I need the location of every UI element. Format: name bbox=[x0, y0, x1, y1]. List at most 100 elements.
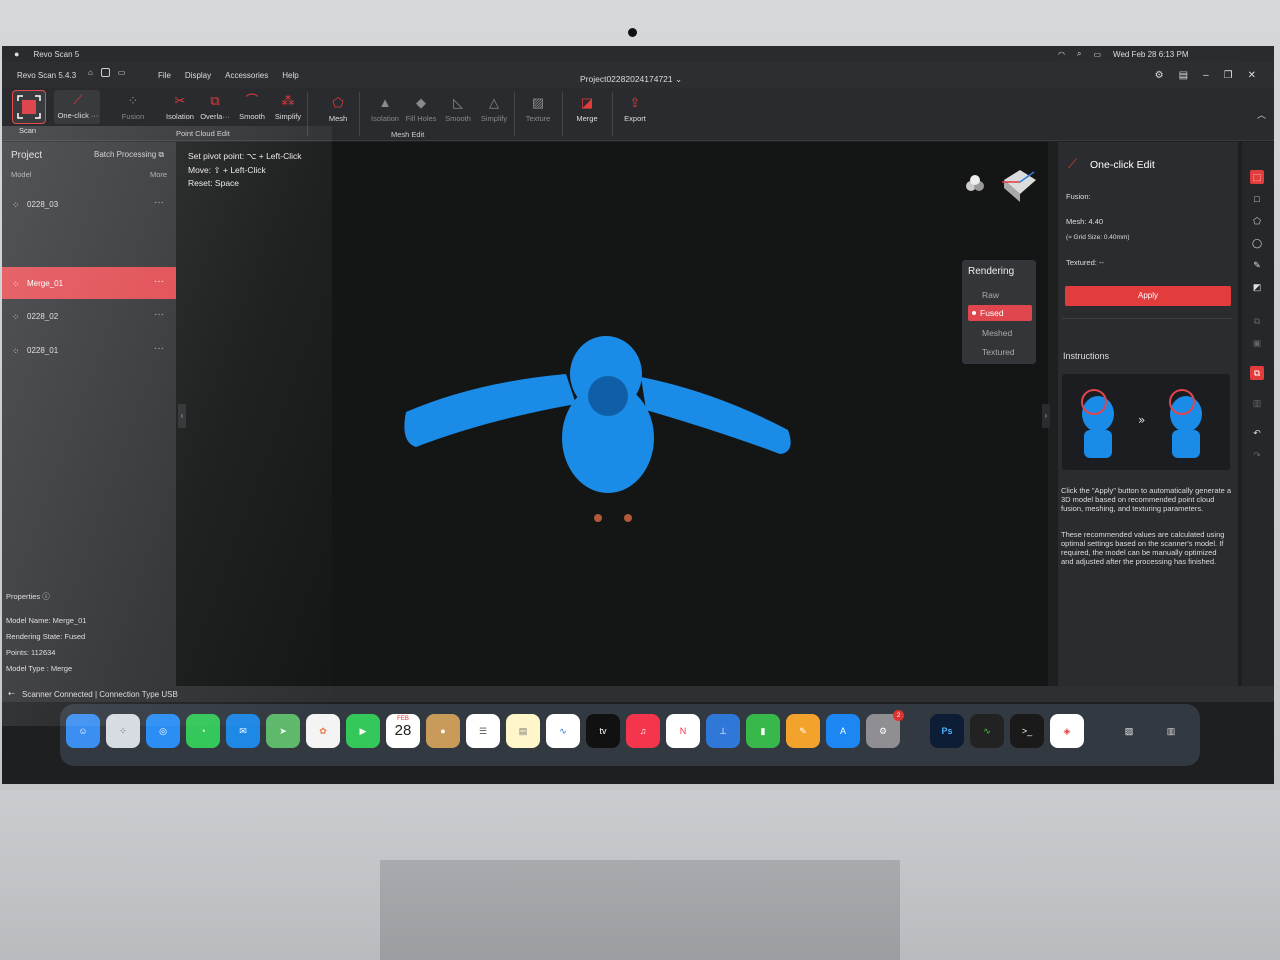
notes-icon[interactable]: ▤ bbox=[1179, 70, 1188, 81]
model-row-0228-03[interactable]: ⁘ 0228_03 ··· bbox=[2, 188, 176, 220]
messages-icon[interactable]: ◔ bbox=[186, 714, 220, 748]
rendering-option-raw[interactable]: Raw bbox=[982, 290, 999, 300]
numbers-icon[interactable]: ▮ bbox=[746, 714, 780, 748]
home-icon[interactable]: ⌂ bbox=[88, 68, 93, 77]
model-row-0228-01[interactable]: ⁘ 0228_01 ··· bbox=[2, 334, 176, 366]
polygon-select-icon[interactable]: ⬠ bbox=[1250, 214, 1264, 228]
merge-icon: ◪ bbox=[580, 95, 594, 110]
revo-scan-icon[interactable]: ◈ bbox=[1050, 714, 1084, 748]
lasso-select-icon[interactable]: ◯ bbox=[1250, 236, 1264, 250]
menu-display[interactable]: Display bbox=[185, 71, 211, 80]
apple-icon[interactable]: ● bbox=[14, 49, 19, 59]
redo-icon[interactable]: ↷ bbox=[1250, 448, 1264, 462]
mail-icon[interactable]: ✉ bbox=[226, 714, 260, 748]
pc-isolation-tool[interactable]: ✂ Isolation bbox=[163, 94, 197, 122]
row-menu-icon[interactable]: ··· bbox=[154, 276, 164, 287]
minimize-icon[interactable]: – bbox=[1203, 70, 1209, 81]
menu-file[interactable]: File bbox=[158, 71, 171, 80]
menu-help[interactable]: Help bbox=[282, 71, 298, 80]
music-icon[interactable]: ♫ bbox=[626, 714, 660, 748]
restore-icon[interactable]: ❐ bbox=[1224, 70, 1233, 81]
search-icon[interactable]: ⌕ bbox=[1077, 49, 1081, 59]
contacts-icon[interactable]: ● bbox=[426, 714, 460, 748]
menu-accessories[interactable]: Accessories bbox=[225, 71, 268, 80]
trash-icon[interactable]: ▥ bbox=[1154, 714, 1188, 748]
collapse-toolbar-icon[interactable]: ︿ bbox=[1257, 108, 1266, 121]
pages-icon[interactable]: ✎ bbox=[786, 714, 820, 748]
pc-simplify-tool[interactable]: ⁂ Simplify bbox=[272, 94, 304, 122]
pc-overlap-tool[interactable]: ⧉ Overla··· bbox=[199, 94, 231, 122]
copy-icon[interactable]: ⧉ bbox=[1250, 366, 1264, 380]
select-tool-icon[interactable]: ⬚ bbox=[1250, 170, 1264, 184]
keynote-icon[interactable]: ⊥ bbox=[706, 714, 740, 748]
menubar-app-name[interactable]: Revo Scan 5 bbox=[33, 50, 79, 59]
rendering-option-meshed[interactable]: Meshed bbox=[982, 328, 1012, 338]
fill-holes-tool[interactable]: ◆ Fill Holes bbox=[403, 96, 439, 124]
reminders-icon[interactable]: ☰ bbox=[466, 714, 500, 748]
activity-monitor-icon[interactable]: ∿ bbox=[970, 714, 1004, 748]
row-menu-icon[interactable]: ··· bbox=[154, 343, 164, 354]
settings-gear-icon[interactable]: ⚙ bbox=[1155, 70, 1164, 81]
row-menu-icon[interactable]: ··· bbox=[154, 197, 164, 208]
fusion-tool[interactable]: ⁘ Fusion bbox=[118, 94, 148, 122]
new-project-icon[interactable] bbox=[100, 68, 110, 77]
delete-icon[interactable]: ▥ bbox=[1250, 396, 1264, 410]
merge-tool[interactable]: ◪ Merge bbox=[572, 95, 602, 124]
documents-folder-icon[interactable]: ▨ bbox=[1112, 714, 1146, 748]
rendering-option-fused[interactable]: Fused bbox=[968, 305, 1032, 321]
model-row-merge-01[interactable]: ⁘ Merge_01 ··· bbox=[2, 267, 176, 299]
notes-app-icon[interactable]: ▤ bbox=[506, 714, 540, 748]
news-icon[interactable]: N bbox=[666, 714, 700, 748]
calendar-icon[interactable]: FEB 28 bbox=[386, 714, 420, 748]
system-settings-icon[interactable]: ⚙ 2 bbox=[866, 710, 904, 748]
mesh-simplify-tool[interactable]: △ Simplify bbox=[477, 96, 511, 124]
3d-viewport[interactable] bbox=[176, 142, 1048, 686]
photoshop-icon[interactable]: Ps bbox=[930, 714, 964, 748]
info-icon[interactable]: ⓘ bbox=[42, 592, 50, 601]
clear-selection-icon[interactable]: ▣ bbox=[1250, 336, 1264, 350]
pc-smooth-tool[interactable]: ⌒ Smooth bbox=[236, 94, 268, 122]
view-mode-icon[interactable] bbox=[964, 174, 986, 199]
rectangle-select-icon[interactable]: □ bbox=[1250, 192, 1264, 206]
mesh-tool[interactable]: ⬠ Mesh bbox=[324, 96, 352, 124]
row-menu-icon[interactable]: ··· bbox=[154, 309, 164, 320]
collapse-left-panel-icon[interactable]: ‹ bbox=[178, 404, 186, 428]
mesh-smooth-tool[interactable]: ◺ Smooth bbox=[442, 96, 474, 124]
rendering-option-textured[interactable]: Textured bbox=[982, 347, 1015, 357]
batch-processing-button[interactable]: Batch Processing ⧉ bbox=[94, 150, 164, 160]
export-tool[interactable]: ⇪ Export bbox=[619, 96, 651, 124]
toolbar-divider bbox=[359, 92, 360, 136]
brush-icon[interactable]: ✎ bbox=[1250, 258, 1264, 272]
mesh-value[interactable]: Mesh: 4.40 bbox=[1066, 217, 1103, 226]
control-center-icon[interactable]: ▭ bbox=[1093, 50, 1101, 59]
finder-icon[interactable]: ☺ bbox=[66, 714, 100, 748]
model-row-0228-02[interactable]: ⁘ 0228_02 ··· bbox=[2, 300, 176, 332]
photos-icon[interactable]: ✿ bbox=[306, 714, 340, 748]
scan-button[interactable] bbox=[12, 90, 46, 124]
launchpad-icon[interactable]: ⁘ bbox=[106, 714, 140, 748]
terminal-icon[interactable]: >_ bbox=[1010, 714, 1044, 748]
wifi-icon[interactable]: ◠ bbox=[1058, 50, 1065, 59]
orientation-cube-icon[interactable] bbox=[996, 164, 1040, 209]
one-click-tool: ⟋ One-click ··· bbox=[57, 93, 99, 121]
collapse-right-panel-icon[interactable]: › bbox=[1042, 404, 1050, 428]
undo-icon[interactable]: ↶ bbox=[1250, 426, 1264, 440]
open-folder-icon[interactable]: ▭ bbox=[118, 68, 126, 77]
maps-icon[interactable]: ➤ bbox=[266, 714, 300, 748]
panel-title: One-click Edit bbox=[1090, 159, 1155, 171]
freeform-icon[interactable]: ∿ bbox=[546, 714, 580, 748]
texture-tool[interactable]: ▨ Texture bbox=[522, 96, 554, 124]
menubar-datetime[interactable]: Wed Feb 28 6:13 PM bbox=[1113, 50, 1188, 59]
close-icon[interactable]: ✕ bbox=[1248, 70, 1256, 81]
project-selector[interactable]: Project02282024174721 ⌄ bbox=[580, 74, 682, 85]
mesh-isolation-tool[interactable]: ▲ Isolation bbox=[368, 96, 402, 124]
gradient-icon[interactable]: ◩ bbox=[1250, 280, 1264, 294]
facetime-icon[interactable]: ▶ bbox=[346, 714, 380, 748]
invert-selection-icon[interactable]: ⧉ bbox=[1250, 314, 1264, 328]
apply-button[interactable]: Apply bbox=[1065, 286, 1231, 306]
model-name: 0228_01 bbox=[27, 346, 59, 355]
apple-tv-icon[interactable]: tv bbox=[586, 714, 620, 748]
more-button[interactable]: More bbox=[150, 170, 167, 179]
safari-icon[interactable]: ◎ bbox=[146, 714, 180, 748]
app-store-icon[interactable]: A bbox=[826, 714, 860, 748]
